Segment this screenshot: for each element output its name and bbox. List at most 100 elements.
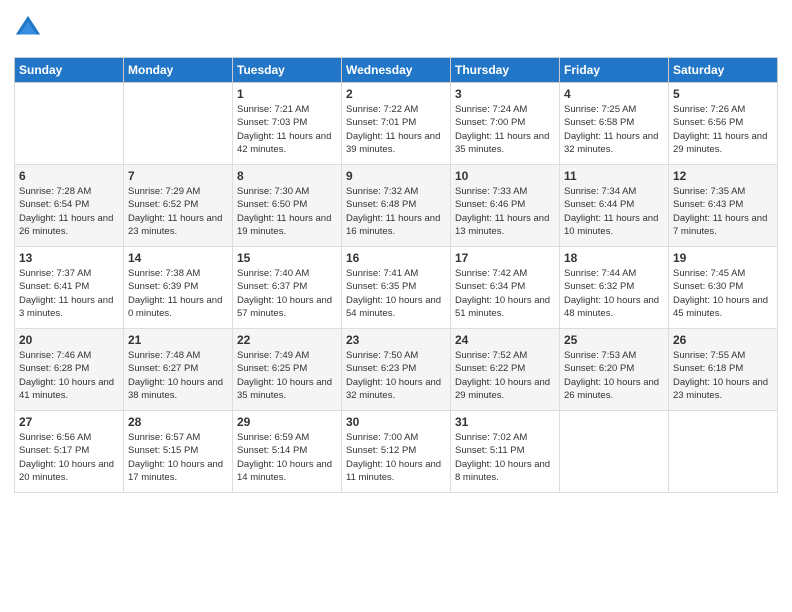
calendar-cell: 26 Sunrise: 7:55 AM Sunset: 6:18 PM Dayli… (669, 329, 778, 411)
day-number: 13 (19, 251, 119, 265)
week-row-4: 20Sunrise: 7:46 AM Sunset: 6:28 PM Dayli… (15, 329, 778, 411)
calendar-cell: 13 Sunrise: 7:37 AM Sunset: 6:41 PM Dayli… (15, 247, 124, 329)
week-row-1: 1 Sunrise: 7:21 AM Sunset: 7:03 PM Daylig… (15, 83, 778, 165)
calendar-cell: 19 Sunrise: 7:45 AM Sunset: 6:30 PM Dayli… (669, 247, 778, 329)
day-info: Sunrise: 6:59 AM Sunset: 5:14 PM Dayligh… (237, 431, 337, 484)
day-info: Sunrise: 7:52 AM Sunset: 6:22 PM Dayligh… (455, 349, 555, 402)
day-info: Sunrise: 7:50 AM Sunset: 6:23 PM Dayligh… (346, 349, 446, 402)
day-number: 2 (346, 87, 446, 101)
calendar-cell: 17 Sunrise: 7:42 AM Sunset: 6:34 PM Dayli… (451, 247, 560, 329)
day-number: 7 (128, 169, 228, 183)
day-number: 29 (237, 415, 337, 429)
day-number: 18 (564, 251, 664, 265)
header (14, 10, 778, 49)
calendar-header: SundayMondayTuesdayWednesdayThursdayFrid… (15, 58, 778, 83)
calendar-cell (124, 83, 233, 165)
day-header-wednesday: Wednesday (342, 58, 451, 83)
day-info: Sunrise: 7:55 AM Sunset: 6:18 PM Dayligh… (673, 349, 773, 402)
calendar-cell: 4 Sunrise: 7:25 AM Sunset: 6:58 PM Daylig… (560, 83, 669, 165)
day-number: 14 (128, 251, 228, 265)
week-row-2: 6Sunrise: 7:28 AM Sunset: 6:54 PM Daylig… (15, 165, 778, 247)
day-header-friday: Friday (560, 58, 669, 83)
day-info: Sunrise: 7:30 AM Sunset: 6:50 PM Dayligh… (237, 185, 337, 238)
day-info: Sunrise: 6:56 AM Sunset: 5:17 PM Dayligh… (19, 431, 119, 484)
calendar-cell: 21 Sunrise: 7:48 AM Sunset: 6:27 PM Dayli… (124, 329, 233, 411)
day-number: 4 (564, 87, 664, 101)
day-header-thursday: Thursday (451, 58, 560, 83)
page-container: SundayMondayTuesdayWednesdayThursdayFrid… (0, 0, 792, 501)
calendar-cell: 29 Sunrise: 6:59 AM Sunset: 5:14 PM Dayli… (233, 411, 342, 493)
day-info: Sunrise: 7:28 AM Sunset: 6:54 PM Dayligh… (19, 185, 119, 238)
calendar-cell: 7 Sunrise: 7:29 AM Sunset: 6:52 PM Daylig… (124, 165, 233, 247)
day-header-monday: Monday (124, 58, 233, 83)
day-info: Sunrise: 7:29 AM Sunset: 6:52 PM Dayligh… (128, 185, 228, 238)
day-number: 9 (346, 169, 446, 183)
day-number: 26 (673, 333, 773, 347)
day-info: Sunrise: 7:26 AM Sunset: 6:56 PM Dayligh… (673, 103, 773, 156)
header-row: SundayMondayTuesdayWednesdayThursdayFrid… (15, 58, 778, 83)
day-number: 21 (128, 333, 228, 347)
day-info: Sunrise: 7:44 AM Sunset: 6:32 PM Dayligh… (564, 267, 664, 320)
day-number: 28 (128, 415, 228, 429)
calendar-cell: 8 Sunrise: 7:30 AM Sunset: 6:50 PM Daylig… (233, 165, 342, 247)
day-info: Sunrise: 7:49 AM Sunset: 6:25 PM Dayligh… (237, 349, 337, 402)
day-info: Sunrise: 7:21 AM Sunset: 7:03 PM Dayligh… (237, 103, 337, 156)
day-number: 8 (237, 169, 337, 183)
day-info: Sunrise: 7:48 AM Sunset: 6:27 PM Dayligh… (128, 349, 228, 402)
day-number: 30 (346, 415, 446, 429)
day-header-tuesday: Tuesday (233, 58, 342, 83)
calendar-cell: 27Sunrise: 6:56 AM Sunset: 5:17 PM Dayli… (15, 411, 124, 493)
calendar-cell: 30 Sunrise: 7:00 AM Sunset: 5:12 PM Dayli… (342, 411, 451, 493)
calendar-cell: 2 Sunrise: 7:22 AM Sunset: 7:01 PM Daylig… (342, 83, 451, 165)
day-number: 15 (237, 251, 337, 265)
day-number: 3 (455, 87, 555, 101)
calendar-cell: 28 Sunrise: 6:57 AM Sunset: 5:15 PM Dayli… (124, 411, 233, 493)
day-number: 31 (455, 415, 555, 429)
day-number: 19 (673, 251, 773, 265)
day-info: Sunrise: 7:32 AM Sunset: 6:48 PM Dayligh… (346, 185, 446, 238)
day-info: Sunrise: 7:34 AM Sunset: 6:44 PM Dayligh… (564, 185, 664, 238)
day-number: 11 (564, 169, 664, 183)
calendar-cell: 10Sunrise: 7:33 AM Sunset: 6:46 PM Dayli… (451, 165, 560, 247)
day-info: Sunrise: 7:25 AM Sunset: 6:58 PM Dayligh… (564, 103, 664, 156)
day-info: Sunrise: 7:24 AM Sunset: 7:00 PM Dayligh… (455, 103, 555, 156)
calendar-cell: 24Sunrise: 7:52 AM Sunset: 6:22 PM Dayli… (451, 329, 560, 411)
day-info: Sunrise: 7:42 AM Sunset: 6:34 PM Dayligh… (455, 267, 555, 320)
day-number: 25 (564, 333, 664, 347)
calendar-cell: 18 Sunrise: 7:44 AM Sunset: 6:32 PM Dayli… (560, 247, 669, 329)
week-row-3: 13 Sunrise: 7:37 AM Sunset: 6:41 PM Dayli… (15, 247, 778, 329)
day-info: Sunrise: 7:45 AM Sunset: 6:30 PM Dayligh… (673, 267, 773, 320)
day-header-sunday: Sunday (15, 58, 124, 83)
calendar-body: 1 Sunrise: 7:21 AM Sunset: 7:03 PM Daylig… (15, 83, 778, 493)
day-number: 1 (237, 87, 337, 101)
day-info: Sunrise: 7:02 AM Sunset: 5:11 PM Dayligh… (455, 431, 555, 484)
calendar-cell: 14 Sunrise: 7:38 AM Sunset: 6:39 PM Dayli… (124, 247, 233, 329)
logo (14, 14, 42, 49)
calendar-cell: 9 Sunrise: 7:32 AM Sunset: 6:48 PM Daylig… (342, 165, 451, 247)
calendar-cell: 31 Sunrise: 7:02 AM Sunset: 5:11 PM Dayli… (451, 411, 560, 493)
calendar-cell (560, 411, 669, 493)
day-info: Sunrise: 7:35 AM Sunset: 6:43 PM Dayligh… (673, 185, 773, 238)
day-info: Sunrise: 7:37 AM Sunset: 6:41 PM Dayligh… (19, 267, 119, 320)
day-info: Sunrise: 7:41 AM Sunset: 6:35 PM Dayligh… (346, 267, 446, 320)
day-number: 12 (673, 169, 773, 183)
day-number: 16 (346, 251, 446, 265)
day-number: 23 (346, 333, 446, 347)
day-info: Sunrise: 7:38 AM Sunset: 6:39 PM Dayligh… (128, 267, 228, 320)
day-info: Sunrise: 7:00 AM Sunset: 5:12 PM Dayligh… (346, 431, 446, 484)
day-info: Sunrise: 6:57 AM Sunset: 5:15 PM Dayligh… (128, 431, 228, 484)
calendar-cell: 16 Sunrise: 7:41 AM Sunset: 6:35 PM Dayli… (342, 247, 451, 329)
calendar-cell (15, 83, 124, 165)
calendar-cell (669, 411, 778, 493)
day-number: 17 (455, 251, 555, 265)
calendar-cell: 1 Sunrise: 7:21 AM Sunset: 7:03 PM Daylig… (233, 83, 342, 165)
logo-icon (14, 14, 42, 42)
calendar-cell: 6Sunrise: 7:28 AM Sunset: 6:54 PM Daylig… (15, 165, 124, 247)
day-header-saturday: Saturday (669, 58, 778, 83)
calendar-cell: 15Sunrise: 7:40 AM Sunset: 6:37 PM Dayli… (233, 247, 342, 329)
day-info: Sunrise: 7:22 AM Sunset: 7:01 PM Dayligh… (346, 103, 446, 156)
day-info: Sunrise: 7:53 AM Sunset: 6:20 PM Dayligh… (564, 349, 664, 402)
calendar-cell: 22Sunrise: 7:49 AM Sunset: 6:25 PM Dayli… (233, 329, 342, 411)
calendar-cell: 12 Sunrise: 7:35 AM Sunset: 6:43 PM Dayli… (669, 165, 778, 247)
day-info: Sunrise: 7:46 AM Sunset: 6:28 PM Dayligh… (19, 349, 119, 402)
